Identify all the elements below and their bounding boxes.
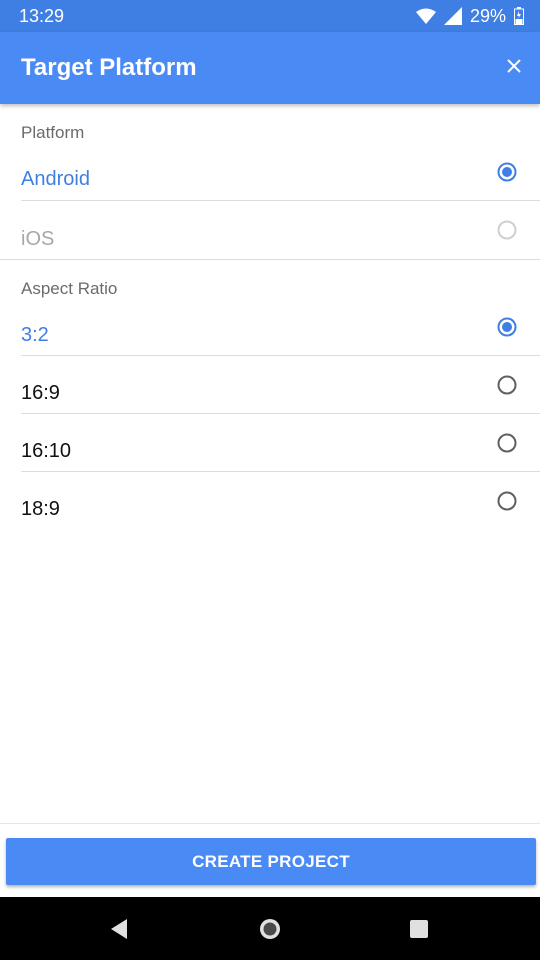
aspect-option-3-2[interactable]: 3:2 — [0, 302, 540, 359]
radio-selected-icon[interactable] — [497, 317, 517, 337]
home-icon[interactable] — [258, 917, 282, 941]
platform-option-android[interactable]: Android — [0, 147, 540, 204]
close-icon — [507, 58, 521, 78]
radio-unselected-icon[interactable] — [497, 375, 517, 395]
footer-divider — [0, 823, 540, 824]
radio-disabled-icon[interactable] — [497, 220, 517, 240]
radio-selected-icon[interactable] — [497, 162, 517, 182]
aspect-ratio-section-label: Aspect Ratio — [21, 279, 118, 298]
aspect-option-label: 16:10 — [21, 440, 72, 462]
wifi-icon — [415, 8, 436, 24]
recents-icon[interactable] — [407, 917, 431, 941]
platform-option-label: iOS — [21, 228, 55, 250]
aspect-option-18-9[interactable]: 18:9 — [0, 472, 540, 529]
battery-percent: 29% — [469, 5, 506, 26]
radio-unselected-icon[interactable] — [497, 433, 517, 453]
signal-icon — [443, 7, 462, 25]
battery-icon — [514, 7, 524, 25]
status-icons: 29% — [415, 5, 524, 26]
radio-unselected-icon[interactable] — [497, 491, 517, 511]
back-icon[interactable] — [107, 917, 131, 941]
aspect-option-label: 3:2 — [21, 324, 49, 346]
aspect-option-16-9[interactable]: 16:9 — [0, 356, 540, 413]
page-title: Target Platform — [21, 54, 197, 81]
aspect-option-16-10[interactable]: 16:10 — [0, 414, 540, 471]
aspect-option-label: 18:9 — [21, 498, 60, 520]
platform-option-label: Android — [21, 168, 90, 190]
create-project-button[interactable]: CREATE PROJECT — [6, 838, 536, 885]
system-nav-bar — [0, 897, 540, 960]
close-button[interactable] — [498, 52, 530, 84]
platform-option-ios[interactable]: iOS — [0, 201, 540, 258]
platform-section-label: Platform — [21, 123, 85, 142]
aspect-option-label: 16:9 — [21, 382, 60, 404]
section-divider — [0, 259, 540, 260]
app-bar: Target Platform — [0, 32, 540, 104]
status-time: 13:29 — [19, 6, 65, 26]
status-bar: 13:29 29% — [0, 0, 540, 32]
